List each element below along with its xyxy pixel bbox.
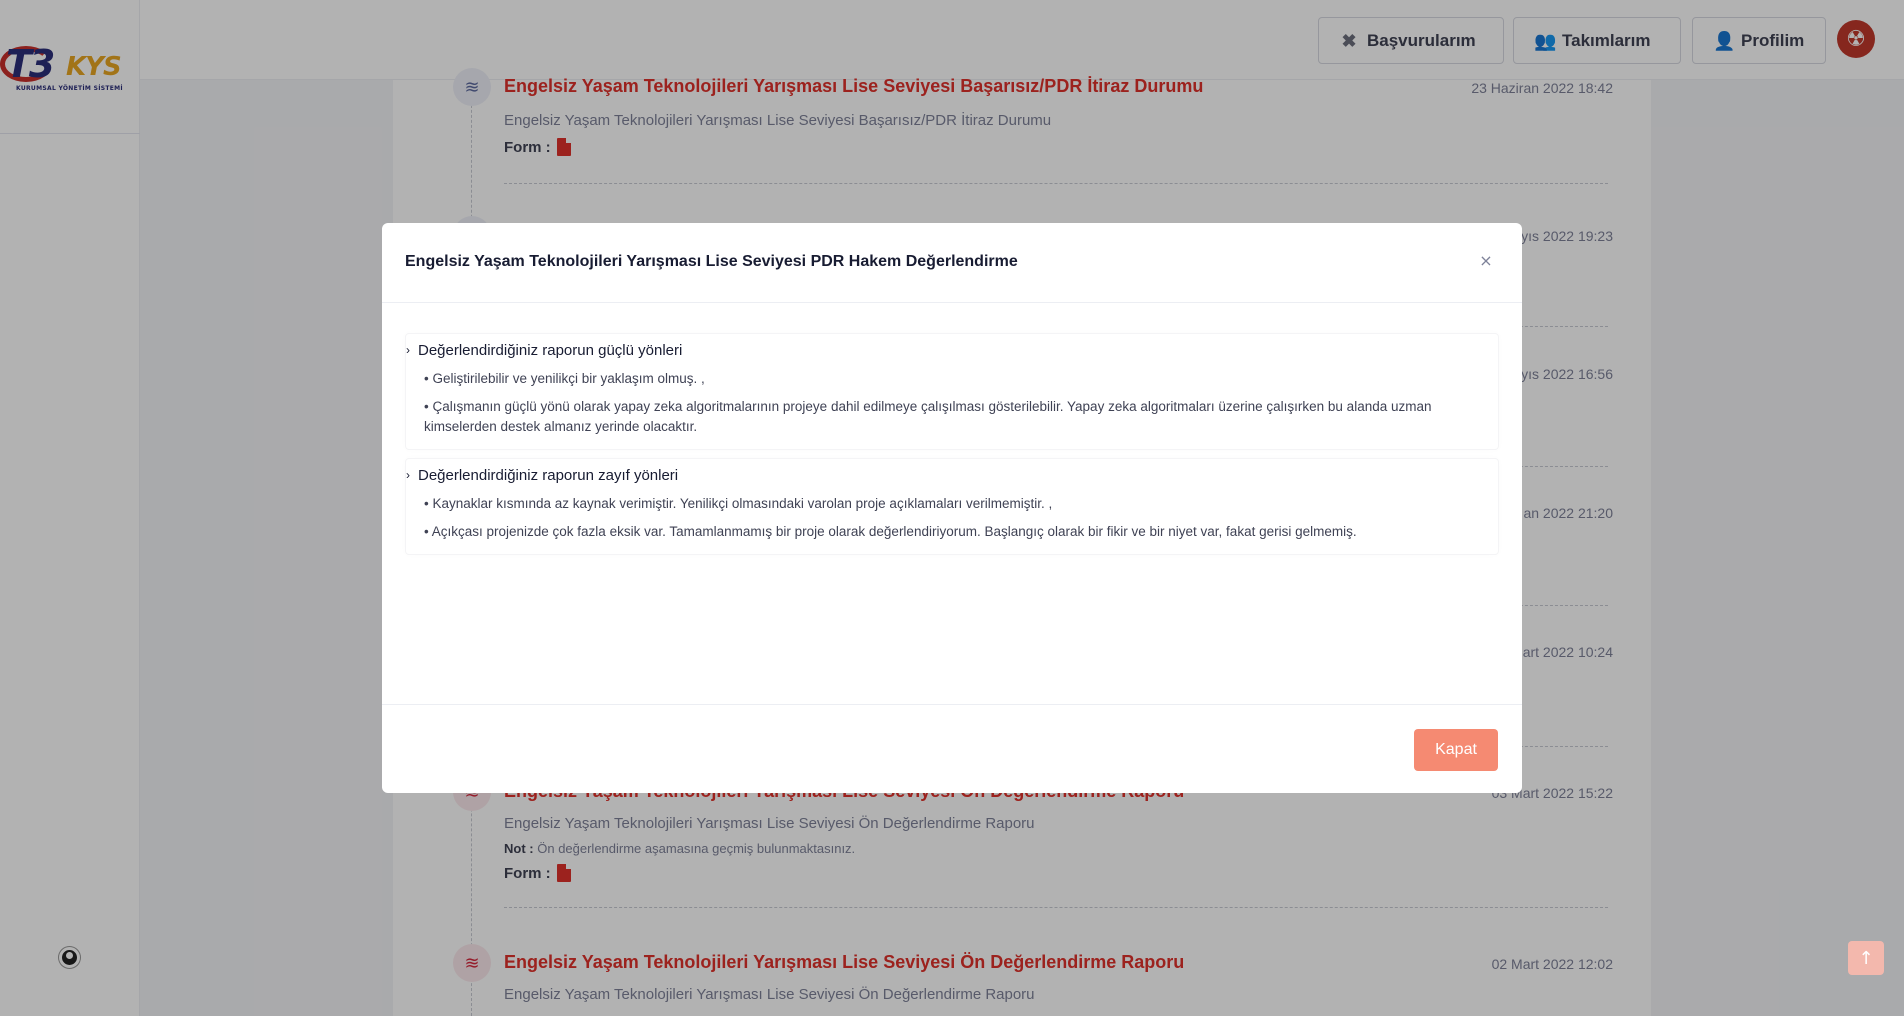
scroll-top-button[interactable]: ↑: [1848, 941, 1884, 975]
section-heading-text: Değerlendirdiğiniz raporun zayıf yönleri: [418, 466, 679, 484]
list-item: • Geliştirilebilir ve yenilikçi bir yakl…: [424, 371, 705, 386]
evaluation-modal: Engelsiz Yaşam Teknolojileri Yarışması L…: [382, 223, 1522, 793]
strengths-section: › Değerlendirdiğiniz raporun güçlü yönle…: [405, 333, 1499, 450]
list-item: • Açıkçası projenizde çok fazla eksik va…: [424, 524, 1357, 539]
list-item: • Kaynaklar kısmında az kaynak verimişti…: [424, 496, 1053, 511]
list-item: • Çalışmanın güçlü yönü olarak yapay zek…: [424, 399, 1432, 434]
modal-header: Engelsiz Yaşam Teknolojileri Yarışması L…: [382, 223, 1522, 303]
section-heading: › Değerlendirdiğiniz raporun güçlü yönle…: [406, 339, 1498, 361]
arrow-up-icon: ↑: [1858, 947, 1874, 969]
weaknesses-section: › Değerlendirdiğiniz raporun zayıf yönle…: [405, 458, 1499, 555]
chevron-right-icon: ›: [406, 468, 410, 482]
section-heading: › Değerlendirdiğiniz raporun zayıf yönle…: [406, 464, 1498, 486]
close-button[interactable]: Kapat: [1414, 729, 1498, 771]
modal-body: › Değerlendirdiğiniz raporun güçlü yönle…: [405, 333, 1499, 563]
modal-title: Engelsiz Yaşam Teknolojileri Yarışması L…: [405, 253, 1018, 270]
modal-footer: Kapat: [382, 704, 1522, 793]
close-icon[interactable]: ×: [1474, 249, 1498, 273]
chevron-right-icon: ›: [406, 343, 410, 357]
section-heading-text: Değerlendirdiğiniz raporun güçlü yönleri: [418, 341, 683, 359]
